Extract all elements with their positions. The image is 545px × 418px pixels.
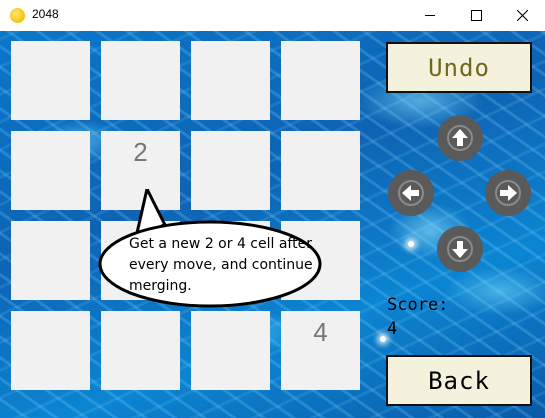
sparkle bbox=[408, 241, 414, 247]
board-tile bbox=[191, 311, 270, 390]
title-bar: 2048 bbox=[0, 0, 545, 31]
hint-text: Get a new 2 or 4 cell after every move, … bbox=[129, 236, 313, 294]
board-tile: 4 bbox=[281, 311, 360, 390]
hint-bubble: Get a new 2 or 4 cell after every move, … bbox=[97, 189, 323, 309]
board-tile bbox=[191, 41, 270, 120]
window-title: 2048 bbox=[32, 7, 59, 21]
board-tile bbox=[11, 41, 90, 120]
score-value: 4 bbox=[387, 319, 398, 339]
board-tile bbox=[11, 311, 90, 390]
minimize-icon bbox=[425, 15, 435, 16]
maximize-button[interactable] bbox=[453, 0, 499, 31]
minimize-button[interactable] bbox=[407, 0, 453, 31]
board-tile bbox=[281, 41, 360, 120]
close-icon bbox=[516, 10, 528, 21]
board-tile bbox=[11, 221, 90, 300]
close-button[interactable] bbox=[499, 0, 545, 31]
sparkle bbox=[380, 336, 386, 342]
game-area: 2 4 Get a new 2 or 4 cell after every mo… bbox=[0, 31, 545, 418]
coin-icon bbox=[10, 8, 25, 23]
back-button[interactable]: Back bbox=[386, 355, 532, 406]
maximize-icon bbox=[470, 10, 482, 21]
undo-button[interactable]: Undo bbox=[386, 42, 532, 93]
board-tile bbox=[101, 311, 180, 390]
board-tile bbox=[101, 41, 180, 120]
move-down-button[interactable] bbox=[437, 226, 483, 272]
move-right-button[interactable] bbox=[485, 170, 531, 216]
game-window: 2048 2 4 Get a new 2 or 4 cell after eve… bbox=[0, 0, 545, 418]
move-left-button[interactable] bbox=[388, 170, 434, 216]
arrow-right-icon bbox=[495, 180, 521, 206]
board-tile bbox=[11, 131, 90, 210]
arrow-left-icon bbox=[398, 180, 424, 206]
arrow-up-icon bbox=[447, 125, 473, 151]
score-label: Score: bbox=[387, 295, 449, 315]
arrow-down-icon bbox=[447, 236, 473, 262]
move-up-button[interactable] bbox=[437, 115, 483, 161]
